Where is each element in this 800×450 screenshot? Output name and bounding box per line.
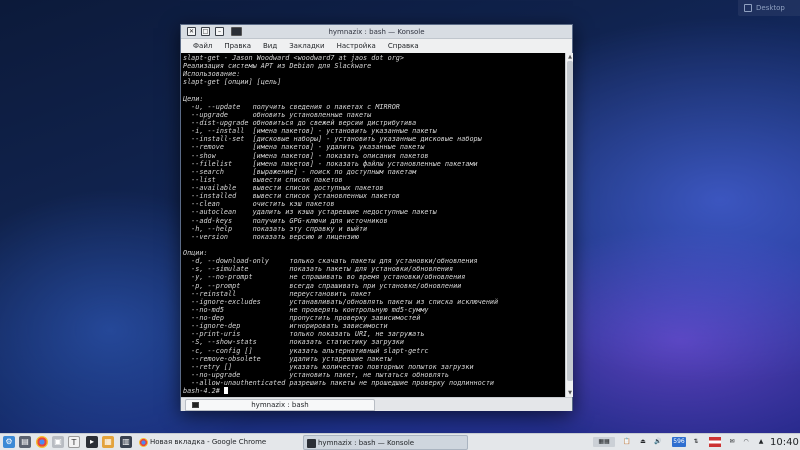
menu-help[interactable]: Справка <box>382 39 425 53</box>
scroll-down-icon[interactable]: ▼ <box>567 390 573 396</box>
window-title: hymnazix : bash — Konsole <box>328 28 425 36</box>
menu-bar: Файл Правка Вид Закладки Настройка Справ… <box>181 39 572 53</box>
taskbar: ⚙ ▤ ▣ T ▸ ▦ ▥ Новая вкладка - Google Chr… <box>0 433 800 450</box>
window-titlebar[interactable]: ✕ □ – hymnazix : bash — Konsole <box>181 25 572 39</box>
scrollbar-thumb[interactable] <box>567 61 573 381</box>
chrome-icon <box>139 438 148 447</box>
wifi-icon[interactable]: ◠ <box>741 437 751 447</box>
desktop-toolbox[interactable]: Desktop <box>738 0 800 16</box>
clock[interactable]: 10:40 <box>770 434 799 450</box>
konsole-icon <box>307 439 316 448</box>
konsole-launcher-icon[interactable]: ▸ <box>86 436 98 448</box>
file-manager-icon[interactable]: ▤ <box>19 436 31 448</box>
image-viewer-icon[interactable]: ▣ <box>52 436 64 448</box>
terminal-output: slapt-get - Jason Woodward <woodward7 at… <box>183 54 499 396</box>
terminal-icon <box>192 402 199 408</box>
chrome-icon[interactable] <box>36 436 48 448</box>
notifications-icon[interactable]: ✉ <box>727 437 737 447</box>
clipboard-icon[interactable]: 📋 <box>622 437 632 447</box>
desktop-label: Desktop <box>756 4 785 12</box>
menu-settings[interactable]: Настройка <box>331 39 382 53</box>
archive-icon[interactable]: ▦ <box>102 436 114 448</box>
terminal-cursor <box>223 387 228 395</box>
system-monitor-icon[interactable]: ▥ <box>120 436 132 448</box>
shell-prompt: bash-4.2# <box>183 387 224 396</box>
device-notifier-icon[interactable]: ⏏ <box>638 437 648 447</box>
task-label: Новая вкладка - Google Chrome <box>150 438 267 446</box>
terminal-view[interactable]: slapt-get - Jason Woodward <woodward7 at… <box>181 53 565 397</box>
scroll-up-icon[interactable]: ▲ <box>567 54 573 60</box>
tab-hymnazix-bash[interactable]: hymnazix : bash <box>185 399 375 411</box>
pager-icon[interactable]: ▦▦ <box>593 437 615 447</box>
tab-bar: hymnazix : bash <box>181 397 572 411</box>
menu-edit[interactable]: Правка <box>218 39 257 53</box>
menu-bookmarks[interactable]: Закладки <box>283 39 330 53</box>
konsole-window: ✕ □ – hymnazix : bash — Konsole Файл Пра… <box>180 24 573 411</box>
menu-file[interactable]: Файл <box>187 39 218 53</box>
network-icon[interactable]: ⇅ <box>691 437 701 447</box>
tab-label: hymnazix : bash <box>251 401 309 409</box>
terminal-scrollbar[interactable]: ▲ ▼ <box>565 53 573 397</box>
text-editor-icon[interactable]: T <box>68 436 80 448</box>
updates-badge[interactable]: 596 <box>672 437 686 447</box>
application-launcher-icon[interactable]: ⚙ <box>3 436 15 448</box>
tray-expand-icon[interactable]: ▲ <box>756 437 766 447</box>
calendar-icon <box>744 4 752 12</box>
keyboard-layout-icon[interactable] <box>709 437 721 447</box>
task-konsole[interactable]: hymnazix : bash — Konsole <box>303 435 468 450</box>
task-chrome[interactable]: Новая вкладка - Google Chrome <box>136 435 291 450</box>
menu-view[interactable]: Вид <box>257 39 283 53</box>
task-label: hymnazix : bash — Konsole <box>318 439 415 447</box>
volume-icon[interactable]: 🔊 <box>653 437 663 447</box>
